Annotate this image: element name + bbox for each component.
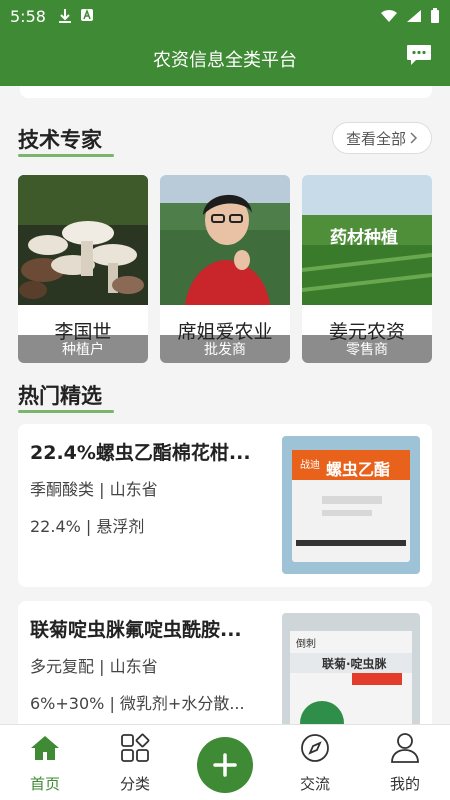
title-underline: [18, 410, 114, 413]
expert-name: 席姐爱农业: [177, 321, 273, 343]
expert-card[interactable]: 药材种植 零售商 姜元农资: [302, 175, 432, 363]
experts-section-title: 技术专家: [18, 124, 114, 157]
signal-icon: [407, 10, 421, 22]
expert-photo: [160, 175, 290, 305]
top-card-fragment: [20, 86, 432, 98]
expert-list: 种植户 李国世 批发商 席姐爱农业 药材种植 零售商 姜元农资: [18, 175, 432, 363]
hot-section-title-text: 热门精选: [18, 384, 102, 408]
tab-home[interactable]: 首页: [10, 731, 80, 794]
mushroom-photo: [18, 175, 148, 305]
package-brand: 战迪: [300, 460, 320, 471]
add-post-button[interactable]: [197, 737, 253, 793]
view-all-button[interactable]: 查看全部: [332, 122, 432, 154]
chevron-right-icon: [410, 132, 418, 144]
package-name: 螺虫乙酯: [326, 460, 391, 479]
tab-community[interactable]: 交流: [280, 731, 350, 794]
tab-community-label: 交流: [299, 775, 330, 793]
experts-section-title-text: 技术专家: [18, 128, 102, 152]
expert-card[interactable]: 批发商 席姐爱农业: [160, 175, 290, 363]
status-notification-icons: [58, 8, 94, 24]
product-title: 联菊啶虫脒氟啶虫酰胺...: [30, 619, 242, 641]
expert-photo: 药材种植: [302, 175, 432, 305]
person-photo: [160, 175, 290, 305]
user-icon: [391, 733, 419, 763]
tab-category-label: 分类: [119, 775, 150, 793]
expert-photo: [18, 175, 148, 305]
tab-profile-label: 我的: [389, 775, 420, 793]
product-card[interactable]: 联菊啶虫脒氟啶虫酰胺... 多元复配 | 山东省 6%+30% | 微乳剂+水分…: [18, 601, 432, 731]
product-card[interactable]: 22.4%螺虫乙酯棉花柑... 季酮酸类 | 山东省 22.4% | 悬浮剂 战…: [18, 424, 432, 587]
product-category: 多元复配 | 山东省: [30, 657, 158, 676]
package-brand: 倒刺: [296, 639, 316, 650]
battery-icon: [431, 8, 439, 23]
app-header: 农资信息全类平台: [0, 32, 450, 86]
pesticide-package: [282, 613, 420, 731]
title-underline: [18, 154, 114, 157]
tab-profile[interactable]: 我的: [370, 731, 440, 794]
product-category: 季酮酸类 | 山东省: [30, 480, 158, 499]
photo-caption: 药材种植: [330, 228, 398, 248]
home-icon: [31, 736, 59, 760]
page-title: 农资信息全类平台: [153, 50, 297, 71]
hot-section-title: 热门精选: [18, 380, 114, 413]
product-spec: 22.4% | 悬浮剂: [30, 517, 145, 536]
tab-home-label: 首页: [29, 775, 60, 793]
plus-icon: [213, 753, 237, 777]
tab-category[interactable]: 分类: [100, 731, 170, 794]
package-name: 联菊·啶虫脒: [322, 657, 387, 671]
product-title: 22.4%螺虫乙酯棉花柑...: [30, 442, 251, 464]
product-image: 倒刺 联菊·啶虫脒: [282, 613, 420, 731]
expert-name: 李国世: [54, 321, 112, 343]
download-icon: [58, 9, 71, 23]
category-icon: [121, 733, 150, 762]
view-all-label: 查看全部: [345, 129, 406, 148]
status-time: 5:58: [10, 6, 46, 26]
compass-icon: [301, 734, 329, 762]
wifi-icon: [381, 9, 397, 22]
product-image: 战迪 螺虫乙酯: [282, 436, 420, 574]
expert-card[interactable]: 种植户 李国世: [18, 175, 148, 363]
bottom-tab-bar: 首页 分类 交流 我的: [0, 724, 450, 800]
status-bar: 5:58: [0, 0, 450, 32]
message-icon[interactable]: [406, 44, 432, 66]
product-spec: 6%+30% | 微乳剂+水分散...: [30, 694, 245, 713]
expert-name: 姜元农资: [328, 321, 405, 343]
app-badge-icon: [80, 8, 93, 21]
